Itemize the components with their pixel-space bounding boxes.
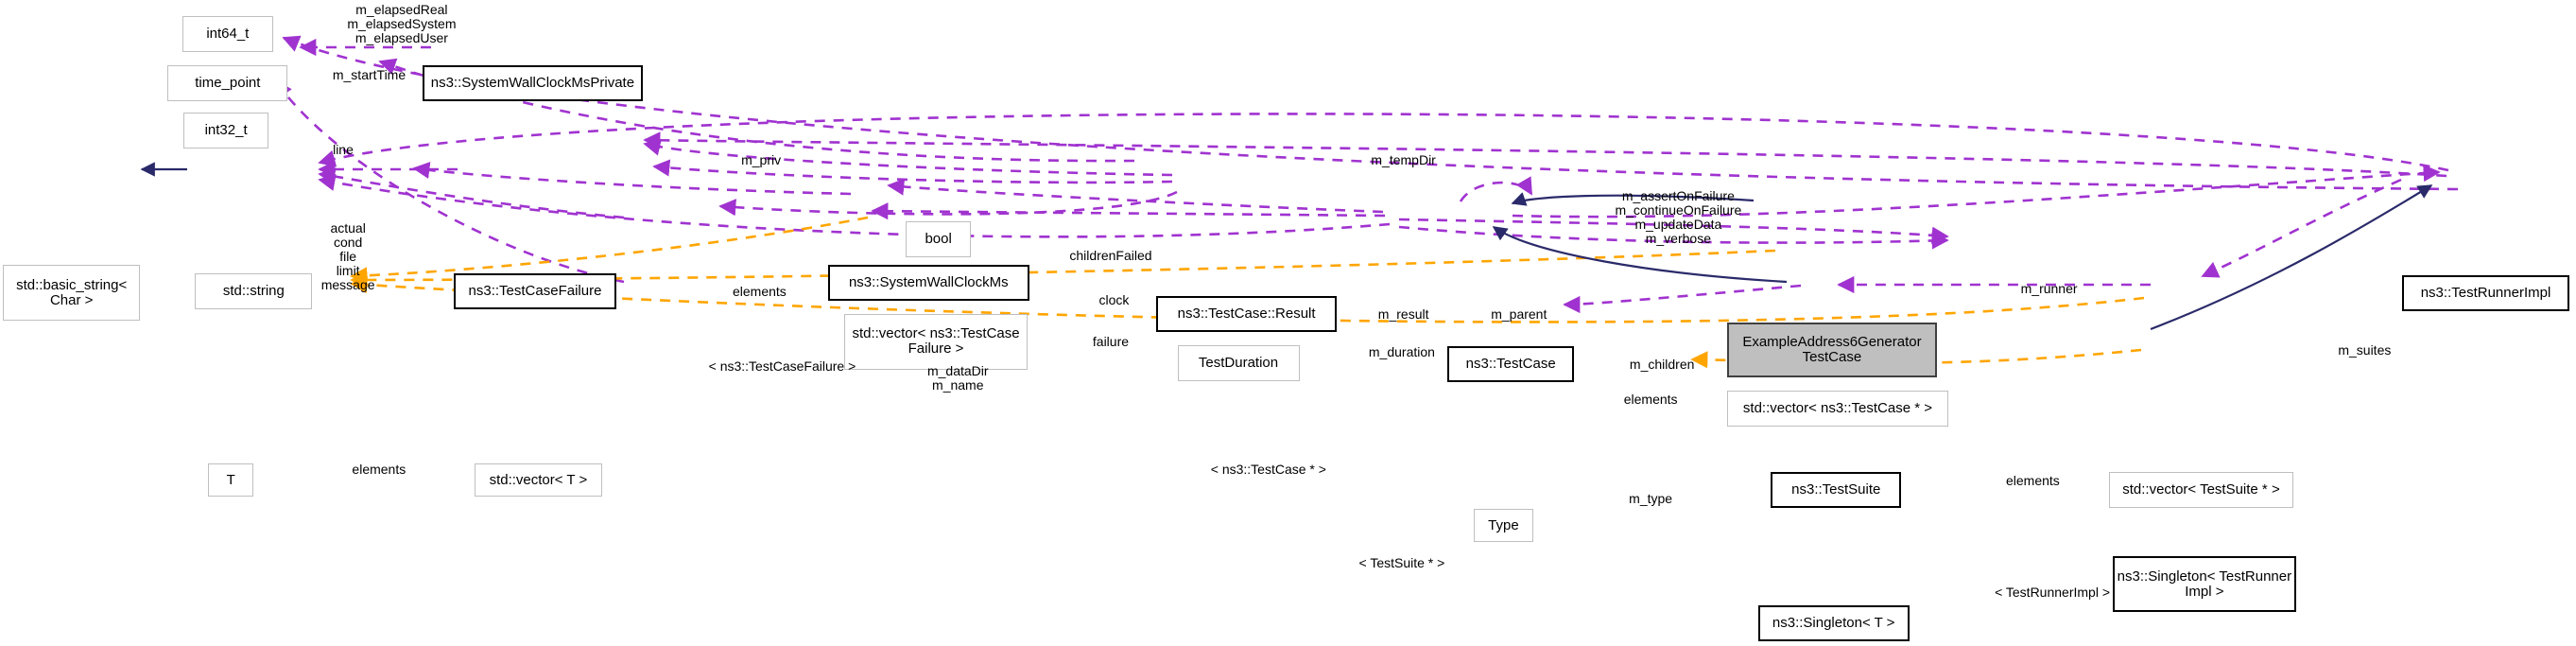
node-bool[interactable]: bool (906, 220, 972, 257)
node-ns3-testcase-result[interactable]: ns3::TestCase::Result (1156, 296, 1338, 332)
edge-inherit-singleton-runner (2150, 184, 2433, 331)
node-ns3-testsuite[interactable]: ns3::TestSuite (1771, 471, 1902, 508)
node-exampleaddress6generatortestcase[interactable]: ExampleAddress6Generator TestCase (1726, 322, 1937, 378)
node-time-point[interactable]: time_point (167, 64, 288, 101)
edge-label-m-children: m_children (1629, 357, 1695, 373)
node-ns3-singleton-t[interactable]: ns3::Singleton< T > (1757, 604, 1910, 641)
edge-label-m-datadir-m-name: m_dataDir m_name (926, 363, 989, 393)
edge-suites-vecsuite (2201, 178, 2402, 278)
node-std-string[interactable]: std::string (195, 273, 313, 309)
edge-label-m-priv: m_priv (741, 151, 782, 167)
edge-label-template-testrunnerimpl: < TestRunnerImpl > (1995, 585, 2110, 601)
edge-label-childrenfailed: childrenFailed (1069, 248, 1152, 264)
edge-label-m-parent: m_parent (1491, 306, 1547, 323)
edge-verbose-bool (643, 131, 2447, 178)
edge-parent-self (1459, 176, 1533, 202)
edge-tmpl-tcfail (350, 216, 869, 285)
edge-label-assert-continue-update-verbose: m_assertOnFailure m_continueOnFailure m_… (1615, 187, 1742, 246)
edge-label-elements-testsuite-ptr: elements (2006, 472, 2060, 488)
edge-datadir-string (318, 174, 1391, 238)
edge-label-elements-testcase-ptr: elements (1623, 391, 1678, 407)
node-ns3-singleton-testrunnerimpl[interactable]: ns3::Singleton< TestRunner Impl > (2112, 556, 2297, 612)
edge-result-testcase (887, 178, 1384, 214)
edge-actual-string (318, 167, 625, 219)
edge-label-actual-cond-file-limit-message: actual cond file limit message (320, 219, 375, 292)
edge-label-line: line (333, 142, 354, 158)
node-std-vector-testsuite-ptr[interactable]: std::vector< TestSuite * > (2109, 471, 2293, 508)
edge-label-m-result: m_result (1377, 306, 1429, 323)
node-int32-t[interactable]: int32_t (183, 112, 268, 148)
node-ns3-systemwallclockmsprivate[interactable]: ns3::SystemWallClockMsPrivate (423, 64, 643, 101)
edge-label-m-runner: m_runner (2020, 280, 2078, 296)
node-std-basic-string[interactable]: std::basic_string< Char > (3, 265, 140, 321)
edge-label-elements-t: elements (352, 461, 406, 477)
edge-label-template-testcase-ptr: < ns3::TestCase * > (1210, 461, 1326, 477)
edge-label-template-testsuite-ptr: < TestSuite * > (1358, 555, 1445, 571)
node-type[interactable]: Type (1473, 509, 1534, 542)
edge-clock-syswallclock (652, 159, 1173, 184)
edge-label-failure: failure (1092, 334, 1130, 350)
edge-label-template-testcasefailure: < ns3::TestCaseFailure > (708, 358, 856, 375)
edge-failure-vecfail (718, 190, 1178, 217)
node-t[interactable]: T (208, 463, 254, 497)
node-std-vector-testcase-ptr[interactable]: std::vector< ns3::TestCase * > (1726, 390, 1948, 427)
edge-label-m-type: m_type (1629, 490, 1673, 506)
node-std-vector-t[interactable]: std::vector< T > (475, 463, 602, 497)
edge-label-m-duration: m_duration (1368, 343, 1435, 359)
edge-label-elements-testcasefailure: elements (732, 284, 787, 300)
node-testduration[interactable]: TestDuration (1177, 344, 1300, 381)
collaboration-diagram: int64_t time_point ns3::SystemWallClockM… (0, 0, 2576, 646)
edge-label-m-starttime: m_startTime (332, 67, 406, 83)
node-ns3-testcase[interactable]: ns3::TestCase (1447, 346, 1575, 383)
edge-duration-testcase (871, 202, 1386, 220)
edge-elements-tcfail (412, 161, 852, 196)
node-ns3-testrunnerimpl[interactable]: ns3::TestRunnerImpl (2401, 274, 2570, 311)
edge-label-elapsed: m_elapsedReal m_elapsedSystem m_elapsedU… (347, 2, 457, 46)
node-int64-t[interactable]: int64_t (182, 16, 273, 53)
edge-label-m-suites: m_suites (2338, 342, 2392, 358)
edge-testsuite-type (1563, 284, 1802, 314)
edge-label-clock: clock (1098, 291, 1130, 307)
node-ns3-systemwallclockms[interactable]: ns3::SystemWallClockMs (827, 265, 1029, 302)
node-ns3-testcasefailure[interactable]: ns3::TestCaseFailure (453, 273, 616, 309)
edge-label-m-tempdir: m_tempDir (1371, 151, 1436, 167)
